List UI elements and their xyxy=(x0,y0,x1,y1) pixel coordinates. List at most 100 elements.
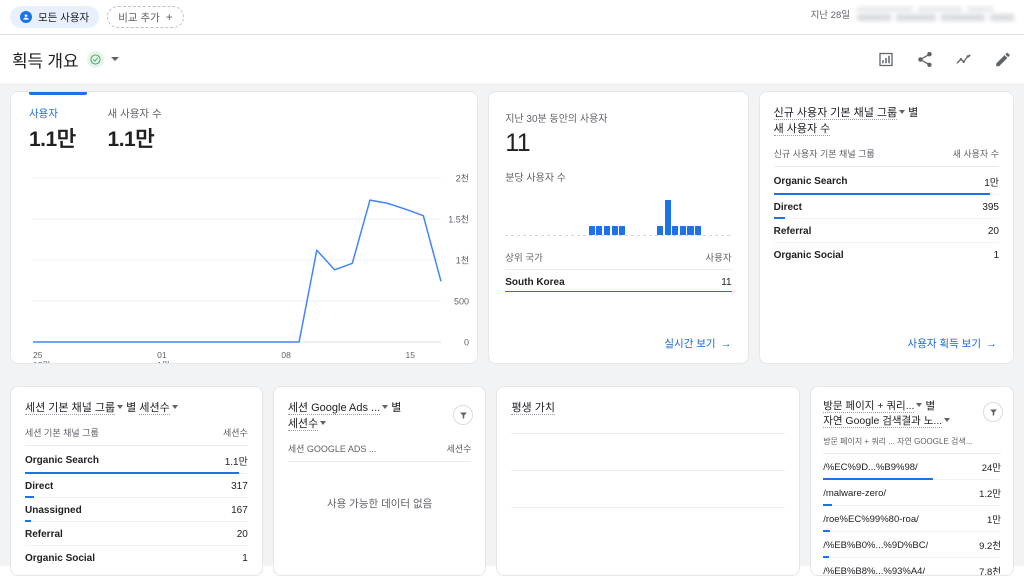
svg-text:1월: 1월 xyxy=(157,360,170,364)
table-row[interactable]: Direct 395 xyxy=(773,195,999,219)
header-toolbar xyxy=(876,50,1012,69)
organic-search-metric[interactable]: 자연 Google 검색결과 노... xyxy=(823,415,943,429)
row-label: Unassigned xyxy=(25,504,82,516)
realtime-row-country: South Korea xyxy=(505,277,565,288)
row-value: 167 xyxy=(231,504,248,516)
organic-search-dimension[interactable]: 방문 페이지 + 쿼리... xyxy=(823,400,915,413)
table-row[interactable]: /roe%EC%99%80-roa/ 1만 xyxy=(823,506,1002,533)
google-ads-col-metric: 세션수 xyxy=(446,443,472,454)
tab-new-users-label: 새 사용자 수 xyxy=(107,108,162,120)
realtime-bar xyxy=(657,226,664,235)
realtime-bar xyxy=(619,226,626,235)
table-row[interactable]: /malware-zero/ 1.2만 xyxy=(823,480,1002,507)
new-users-col-metric: 새 사용자 수 xyxy=(952,148,999,159)
chevron-down-icon[interactable] xyxy=(117,405,124,409)
svg-text:15: 15 xyxy=(406,350,416,360)
new-users-dimension[interactable]: 신규 사용자 기본 채널 그룹 xyxy=(773,107,898,120)
realtime-view-link-label: 실시간 보기 xyxy=(664,338,716,350)
insights-icon[interactable] xyxy=(876,50,895,69)
chevron-down-icon[interactable] xyxy=(382,405,389,409)
table-row[interactable]: Referral 20 xyxy=(773,219,999,243)
card-lifetime-value: 평생 가치 xyxy=(496,386,801,576)
by-word: 별 xyxy=(925,400,936,412)
filter-icon[interactable] xyxy=(983,402,1004,422)
realtime-bar-chart xyxy=(505,190,732,236)
row-label: Organic Social xyxy=(25,552,96,564)
user-acquisition-link[interactable]: 사용자 획득 보기 → xyxy=(760,326,1013,363)
row-value: 1.1만 xyxy=(224,456,248,468)
realtime-bar xyxy=(603,226,611,235)
row-value: 1.2만 xyxy=(979,489,1002,501)
table-row[interactable]: Direct 317 xyxy=(25,474,248,498)
chevron-down-icon[interactable] xyxy=(944,418,951,423)
lifetime-value-label[interactable]: 평생 가치 xyxy=(511,402,555,415)
share-icon[interactable] xyxy=(915,50,934,69)
new-users-metric[interactable]: 새 사용자 수 xyxy=(773,122,831,136)
caret-down-icon[interactable] xyxy=(111,57,120,61)
realtime-col-country: 상위 국가 xyxy=(505,253,543,264)
cards-row-1: 사용자 1.1만 새 사용자 수 1.1만 0 500 1천 1.5천 2천 25 12월 0… xyxy=(10,91,1014,364)
table-row[interactable]: Organic Search 1.1만 xyxy=(25,446,248,474)
svg-text:12월: 12월 xyxy=(33,360,50,364)
table-row[interactable]: Organic Social 1 xyxy=(774,243,999,266)
comparison-bar: 모든 사용자 비교 추가 + 지난 28일 xyxy=(0,0,1024,34)
svg-text:25: 25 xyxy=(33,350,43,360)
plus-icon: + xyxy=(165,10,173,24)
realtime-country-table: 상위 국가 사용자 South Korea 11 xyxy=(505,250,732,292)
check-circle-icon[interactable] xyxy=(87,50,105,68)
table-row[interactable]: /%EB%B0%...%9D%BC/ 9.2천 xyxy=(823,532,1002,559)
card-realtime-users: 지난 30분 동안의 사용자 11 분당 사용자 수 상위 국가 사용자 Sou xyxy=(488,91,749,364)
new-users-table: 신규 사용자 기본 채널 그룹 새 사용자 수 Organic Search 1… xyxy=(773,147,999,266)
realtime-bar xyxy=(695,226,702,235)
google-ads-dimension[interactable]: 세션 Google Ads ... xyxy=(287,402,381,415)
analytics-dashboard: 모든 사용자 비교 추가 + 지난 28일 획득 개요 사용자 1.1만 새 사… xyxy=(0,0,1024,579)
row-value: 1 xyxy=(993,249,999,261)
tab-new-users[interactable]: 새 사용자 수 1.1만 xyxy=(108,92,162,153)
chevron-down-icon[interactable] xyxy=(171,405,178,409)
edit-pencil-icon[interactable] xyxy=(993,50,1012,69)
table-row[interactable]: /%EC%9D...%B9%98/ 24만 xyxy=(823,454,1002,481)
by-word: 별 xyxy=(391,402,402,414)
chevron-down-icon[interactable] xyxy=(320,420,327,425)
table-row[interactable]: Unassigned 167 xyxy=(25,498,248,522)
tab-users[interactable]: 사용자 1.1만 xyxy=(29,92,87,153)
lifetime-value-gridlines xyxy=(497,432,799,508)
realtime-bar xyxy=(596,226,603,235)
realtime-bar xyxy=(611,226,618,235)
google-ads-metric[interactable]: 세션수 xyxy=(287,417,319,431)
chevron-down-icon[interactable] xyxy=(916,403,923,407)
row-label: /%EC%9D...%B9%98/ xyxy=(823,461,918,473)
sessions-col-metric: 세션수 xyxy=(222,427,248,438)
realtime-row-value: 11 xyxy=(721,277,732,288)
row-value: 1만 xyxy=(984,177,999,189)
card-sessions-by-channel: 세션 기본 채널 그룹 별 세션수 세션 기본 채널 그룹 세션수 Organic… xyxy=(10,386,263,576)
date-range-value-redacted xyxy=(857,7,1014,21)
active-tab-indicator xyxy=(29,92,87,95)
realtime-bar xyxy=(687,226,694,235)
table-row[interactable]: Organic Social 1 xyxy=(25,546,248,569)
sessions-dimension[interactable]: 세션 기본 채널 그룹 xyxy=(25,402,116,415)
table-row[interactable]: South Korea 11 xyxy=(505,270,732,292)
svg-text:2천: 2천 xyxy=(456,174,469,184)
row-value: 395 xyxy=(982,201,999,213)
table-row[interactable]: Referral 20 xyxy=(25,522,248,546)
page-header: 획득 개요 xyxy=(0,35,1024,83)
table-row[interactable]: /%EB%B8%...%93%A4/ 7.8천 xyxy=(823,558,1001,575)
card-sessions-google-ads: 세션 Google Ads ... 별 세션수 세션 GOOGLE ADS ...… xyxy=(272,386,487,576)
row-value: 9.2천 xyxy=(979,541,1002,553)
row-label: Organic Search xyxy=(773,175,848,187)
sessions-table: 세션 기본 채널 그룹 세션수 Organic Search 1.1만 Dire… xyxy=(25,426,248,569)
tab-users-label: 사용자 xyxy=(29,108,58,120)
audience-chip-all-users[interactable]: 모든 사용자 xyxy=(10,6,100,28)
row-label: Referral xyxy=(773,225,812,237)
add-comparison-chip[interactable]: 비교 추가 + xyxy=(107,6,184,28)
row-value: 317 xyxy=(231,480,248,492)
trend-analysis-icon[interactable] xyxy=(954,50,973,69)
sessions-metric[interactable]: 세션수 xyxy=(139,402,170,415)
realtime-view-link[interactable]: 실시간 보기 → xyxy=(489,326,747,363)
table-row[interactable]: Organic Search 1만 xyxy=(773,167,999,195)
card-users-overview: 사용자 1.1만 새 사용자 수 1.1만 0 500 1천 1.5천 2천 25 12월 0… xyxy=(10,91,479,364)
svg-text:0: 0 xyxy=(464,338,469,348)
date-range-selector[interactable]: 지난 28일 xyxy=(811,7,1014,21)
chevron-down-icon[interactable] xyxy=(899,110,906,114)
